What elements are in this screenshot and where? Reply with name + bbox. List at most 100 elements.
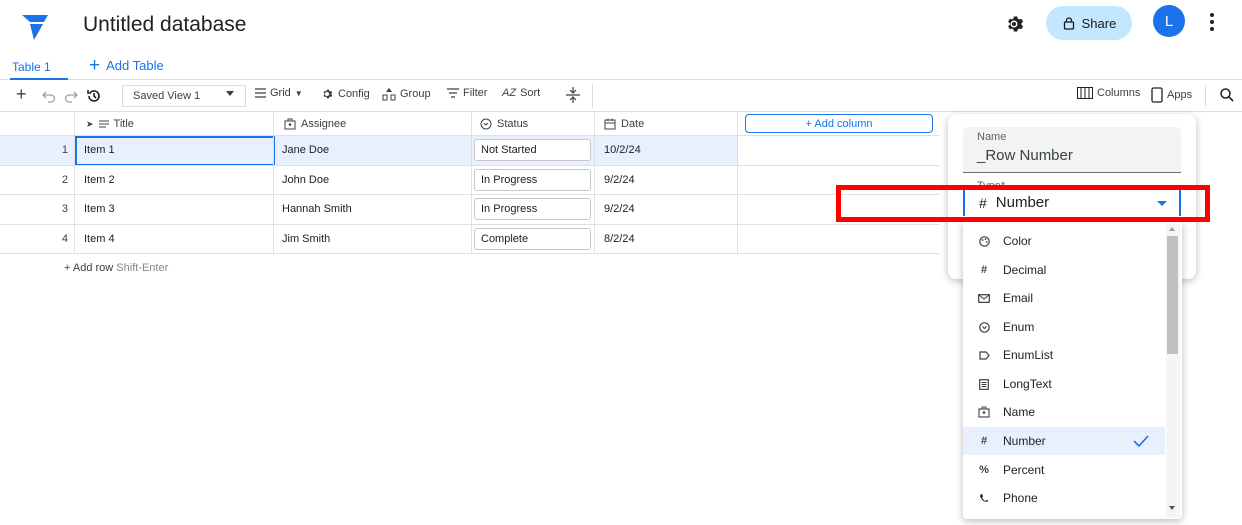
phone-icon: [978, 493, 990, 504]
cell-title[interactable]: Item 4: [84, 233, 115, 245]
sort-button[interactable]: AZ Sort: [502, 87, 540, 99]
add-column-button[interactable]: + Add column: [745, 114, 933, 133]
type-option-number[interactable]: # Number: [963, 427, 1165, 455]
grid-view-button[interactable]: Grid ▼: [255, 87, 303, 99]
type-option-phone[interactable]: Phone: [963, 484, 1165, 512]
column-header-label: Status: [497, 118, 529, 130]
option-label: Percent: [1003, 463, 1045, 477]
saved-view-label: Saved View 1: [133, 90, 201, 102]
chevron-down-icon: [226, 91, 234, 96]
type-dropdown-menu: Color # Decimal Email Enum EnumList Long…: [963, 222, 1182, 519]
cell-date[interactable]: 8/2/24: [604, 233, 635, 245]
add-table-label: Add Table: [106, 58, 164, 73]
option-label: LongText: [1003, 377, 1052, 391]
cell-assignee[interactable]: John Doe: [282, 174, 329, 186]
table-tabs: [0, 52, 1242, 80]
add-row-button[interactable]: + Add row Shift-Enter: [64, 262, 168, 274]
column-header-label: Date: [621, 118, 645, 130]
percent-icon: %: [979, 464, 989, 476]
columns-button[interactable]: Columns: [1077, 87, 1140, 99]
app-logo: [22, 15, 48, 40]
config-button[interactable]: Config: [320, 87, 370, 101]
filter-icon: [447, 88, 459, 98]
envelope-icon: [978, 293, 990, 303]
group-button[interactable]: Group: [382, 87, 431, 101]
row-number: 1: [61, 144, 68, 156]
filter-label: Filter: [463, 87, 488, 99]
history-icon[interactable]: [86, 88, 102, 104]
add-row-plus-icon[interactable]: +: [16, 84, 27, 105]
columns-icon: [1077, 87, 1093, 99]
share-button[interactable]: Share: [1046, 6, 1132, 40]
cell-date[interactable]: 10/2/24: [604, 144, 641, 156]
row-number: 3: [61, 203, 68, 215]
type-option-name[interactable]: Name: [963, 398, 1165, 426]
column-header-status[interactable]: Status: [480, 113, 528, 135]
scrollbar-thumb[interactable]: [1167, 236, 1178, 354]
cell-assignee[interactable]: Jim Smith: [282, 233, 330, 245]
scroll-up-arrow-icon[interactable]: [1169, 227, 1175, 231]
cell-status[interactable]: Complete: [474, 228, 591, 250]
cell-date[interactable]: 9/2/24: [604, 203, 635, 215]
column-header-date[interactable]: Date: [604, 113, 644, 135]
type-option-email[interactable]: Email: [963, 284, 1165, 312]
cell-title[interactable]: Item 3: [84, 203, 115, 215]
settings-gear-icon[interactable]: [1002, 12, 1026, 36]
column-header-title[interactable]: ➤ Title: [86, 113, 134, 135]
circle-chevron-icon: [480, 118, 492, 130]
type-option-enumlist[interactable]: EnumList: [963, 341, 1165, 369]
palette-icon: [978, 235, 990, 247]
grid-line: [0, 224, 940, 225]
apps-button[interactable]: Apps: [1151, 87, 1192, 103]
cell-status[interactable]: Not Started: [474, 139, 591, 161]
row-number: 4: [61, 233, 68, 245]
cell-title[interactable]: Item 1: [84, 144, 115, 156]
option-label: Enum: [1003, 320, 1035, 334]
badge-icon: [284, 118, 296, 130]
chevron-down-icon: ▼: [294, 88, 303, 98]
calendar-icon: [604, 118, 616, 130]
cell-assignee[interactable]: Jane Doe: [282, 144, 329, 156]
more-vert-icon[interactable]: [1202, 10, 1222, 34]
add-row-label: + Add row: [64, 262, 114, 274]
name-field-value[interactable]: _Row Number: [977, 147, 1073, 164]
filter-button[interactable]: Filter: [447, 87, 487, 99]
type-option-decimal[interactable]: # Decimal: [963, 256, 1165, 284]
option-label: Decimal: [1003, 263, 1047, 277]
cell-status[interactable]: In Progress: [474, 169, 591, 191]
config-gear-icon: [323, 89, 333, 99]
lock-icon: [1063, 17, 1074, 30]
redo-icon[interactable]: [64, 89, 78, 103]
grid-line: [0, 135, 940, 136]
option-label: Phone: [1003, 491, 1038, 505]
column-header-assignee[interactable]: Assignee: [284, 113, 346, 135]
cell-assignee[interactable]: Hannah Smith: [282, 203, 352, 215]
plus-icon: +: [89, 55, 101, 76]
toolbar-divider: [1205, 86, 1206, 106]
tab-table-1[interactable]: Table 1: [12, 60, 51, 74]
search-icon[interactable]: [1220, 88, 1234, 102]
row-height-icon[interactable]: [566, 87, 580, 103]
scroll-down-arrow-icon[interactable]: [1169, 506, 1175, 510]
hash-icon: #: [980, 435, 988, 447]
add-table-button[interactable]: + Add Table: [89, 55, 164, 76]
cell-title[interactable]: Item 2: [84, 174, 115, 186]
option-label: Email: [1003, 291, 1034, 305]
saved-view-select[interactable]: Saved View 1: [122, 85, 246, 107]
undo-icon[interactable]: [42, 89, 56, 103]
sort-az-icon: AZ: [502, 87, 517, 99]
page-title[interactable]: Untitled database: [83, 12, 246, 38]
type-option-percent[interactable]: % Percent: [963, 456, 1165, 484]
grid-line: [273, 112, 274, 254]
key-column-icon: ➤: [86, 118, 94, 129]
user-avatar[interactable]: L: [1153, 5, 1185, 37]
toolbar-divider: [592, 84, 593, 108]
group-icon: [382, 88, 396, 101]
type-option-longtext[interactable]: LongText: [963, 370, 1165, 398]
highlight-annotation: [836, 185, 1210, 222]
type-option-enum[interactable]: Enum: [963, 313, 1165, 341]
type-option-color[interactable]: Color: [963, 227, 1165, 255]
grid-line: [0, 165, 940, 166]
cell-date[interactable]: 9/2/24: [604, 174, 635, 186]
cell-status[interactable]: In Progress: [474, 198, 591, 220]
